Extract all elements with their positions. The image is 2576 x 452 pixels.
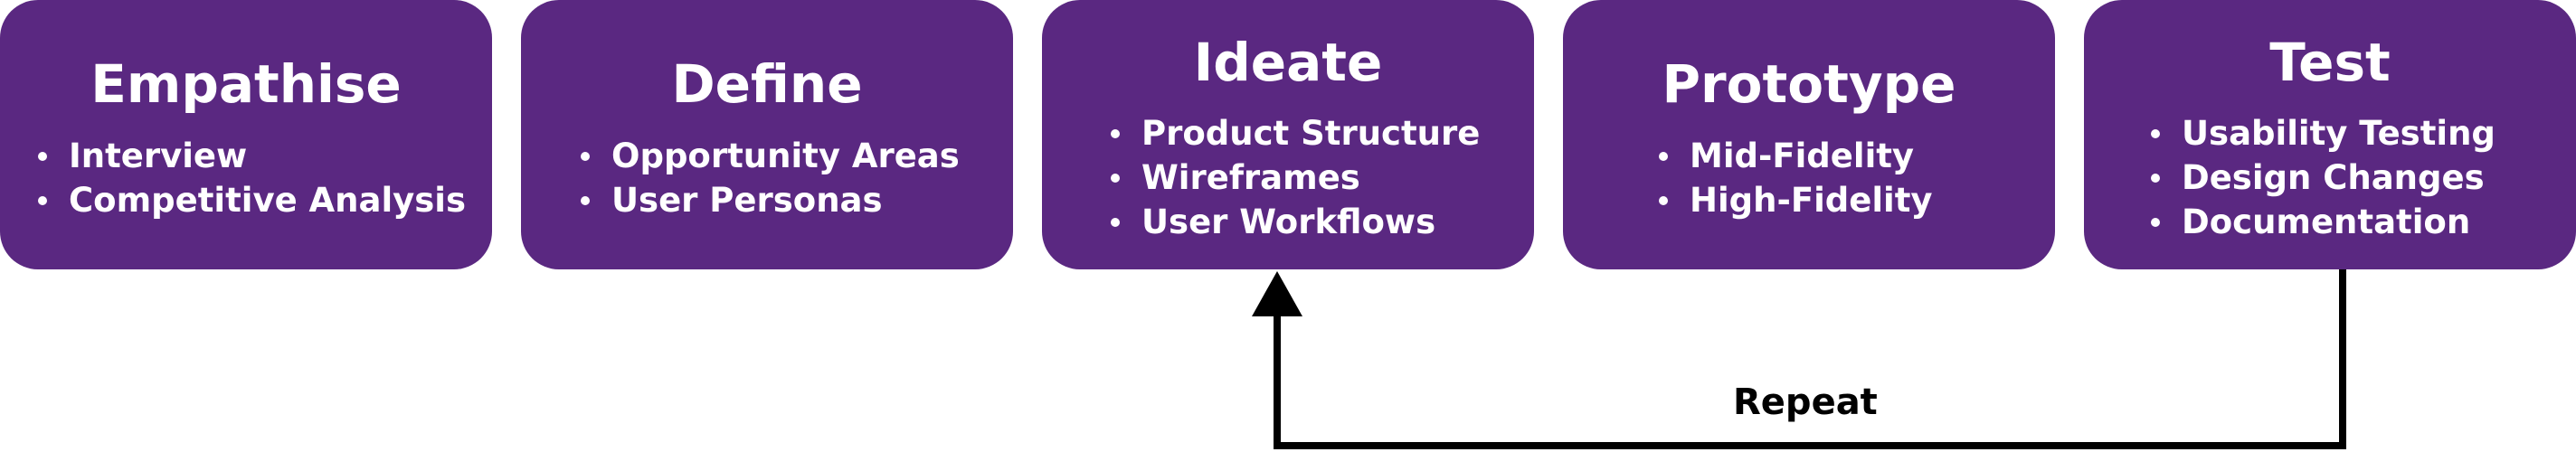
design-thinking-diagram: Empathise Interview Competitive Analysis… — [0, 0, 2576, 452]
repeat-label: Repeat — [1733, 381, 1878, 423]
repeat-loop-connector — [1252, 269, 2346, 449]
arrowhead-up-icon — [1252, 271, 1302, 316]
